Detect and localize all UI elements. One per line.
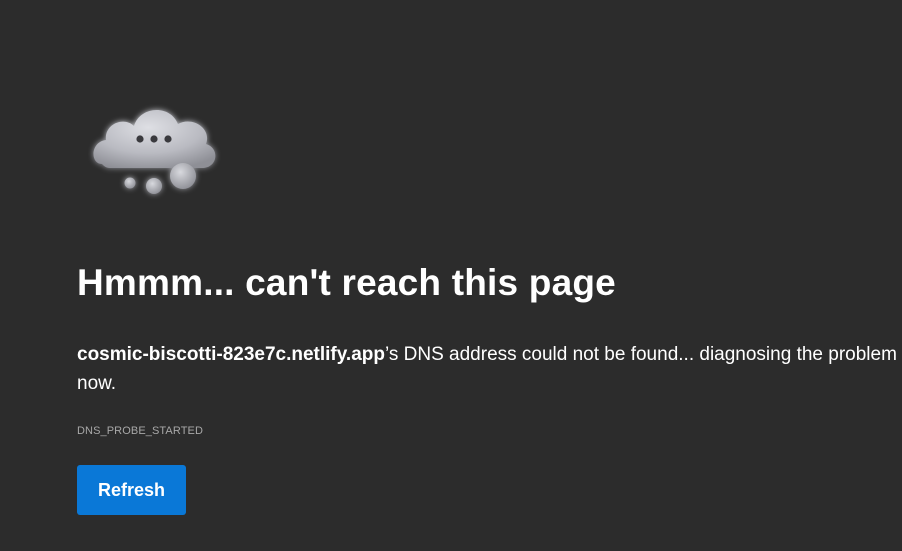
- cloud-thinking-icon: [88, 96, 228, 200]
- error-code: DNS_PROBE_STARTED: [77, 425, 203, 437]
- host-name: cosmic-biscotti-823e7c.netlify.app: [77, 344, 385, 365]
- page-title: Hmmm... can't reach this page: [77, 262, 616, 303]
- error-message: cosmic-biscotti-823e7c.netlify.app’s DNS…: [77, 340, 897, 398]
- error-page: Hmmm... can't reach this page cosmic-bis…: [0, 0, 902, 551]
- refresh-button[interactable]: Refresh: [77, 465, 186, 515]
